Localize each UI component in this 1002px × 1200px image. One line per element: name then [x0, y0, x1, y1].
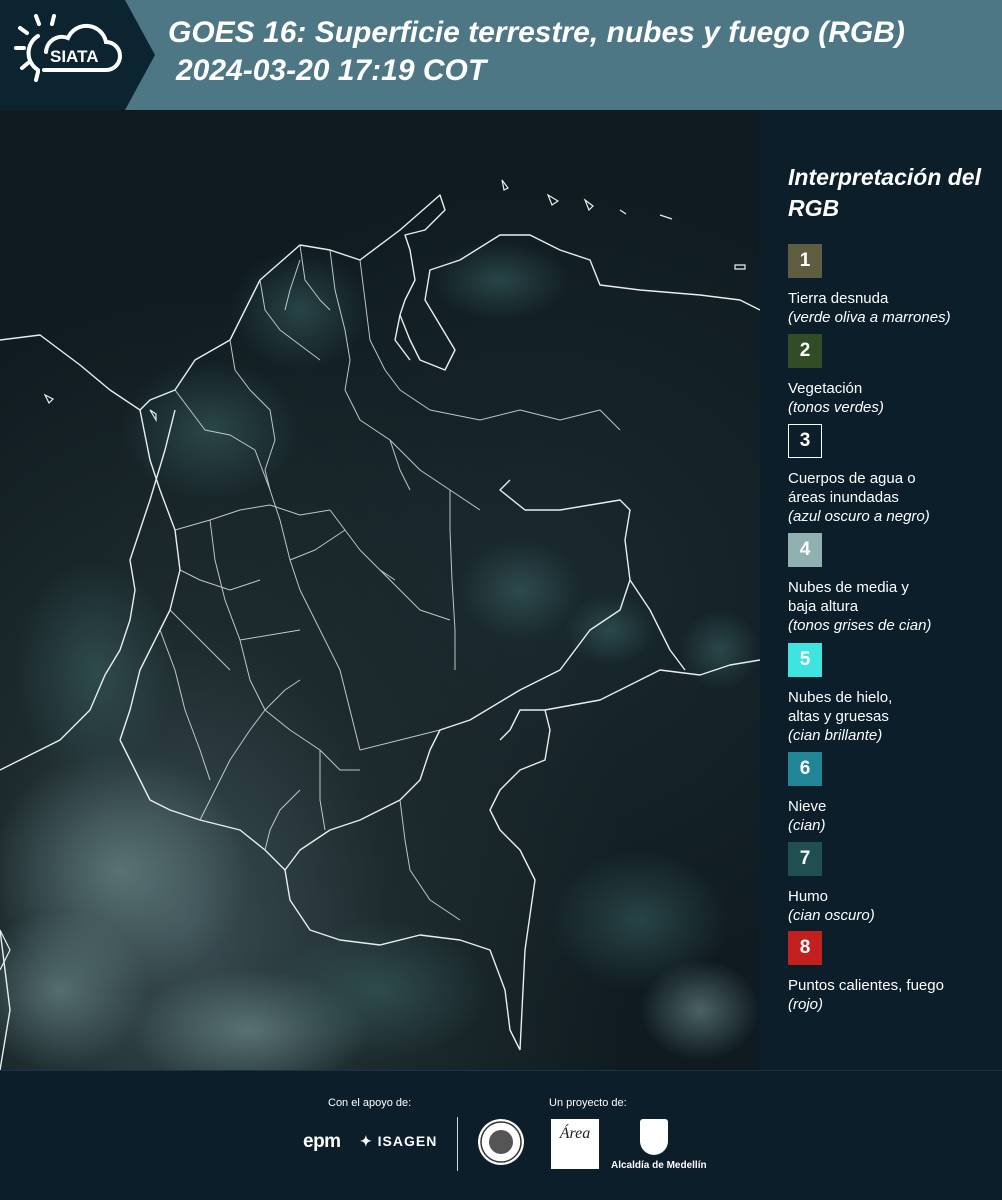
- siata-logo-text: SIATA: [50, 47, 98, 66]
- siata-logo: SIATA: [0, 0, 155, 110]
- legend-swatch: 5: [788, 643, 822, 677]
- legend-sub: (cian oscuro): [788, 907, 875, 924]
- legend-sub: (verde oliva a marrones): [788, 309, 951, 326]
- title-line-1: GOES 16: Superficie terrestre, nubes y f…: [168, 16, 905, 49]
- legend-sub: (tonos grises de cian): [788, 617, 932, 634]
- legend-label: Vegetación: [788, 380, 863, 397]
- legend-label: Tierra desnuda: [788, 290, 889, 307]
- alcaldia-shield-icon: [640, 1119, 668, 1155]
- support-label: Con el apoyo de:: [328, 1097, 412, 1109]
- footer-divider: [457, 1117, 458, 1171]
- isagen-logo: ✦ ISAGEN: [360, 1133, 437, 1150]
- legend-label: Nieve: [788, 798, 827, 815]
- legend-title: Interpretación del RGB: [788, 164, 981, 221]
- area-metropolitana-logo: Área: [551, 1119, 599, 1169]
- legend-item-7: 7 Humo (cian oscuro): [788, 842, 998, 925]
- page-title: GOES 16: Superficie terrestre, nubes y f…: [168, 14, 998, 90]
- project-label: Un proyecto de:: [549, 1097, 627, 1109]
- alcaldia-label: Alcaldía de Medellín: [611, 1160, 707, 1171]
- legend-sub: (cian brillante): [788, 727, 883, 744]
- legend-sub: (rojo): [788, 996, 824, 1013]
- legend-panel: Interpretación del RGB 1 Tierra desnuda …: [762, 110, 1002, 1070]
- legend-swatch: 6: [788, 752, 822, 786]
- legend-label: Nubes de media y baja altura: [788, 579, 909, 615]
- header-bar: SIATA GOES 16: Superficie terrestre, nub…: [0, 0, 1002, 110]
- legend-sub: (tonos verdes): [788, 399, 884, 416]
- legend-item-5: 5 Nubes de hielo, altas y gruesas (cian …: [788, 643, 998, 745]
- legend-item-3: 3 Cuerpos de agua o áreas inundadas (azu…: [788, 424, 998, 526]
- legend-item-6: 6 Nieve (cian): [788, 752, 998, 835]
- legend-label: Humo: [788, 888, 829, 905]
- isagen-star-icon: ✦: [360, 1133, 378, 1149]
- legend-label: Puntos calientes, fuego: [788, 977, 944, 994]
- legend-swatch: 3: [788, 424, 822, 458]
- legend-swatch: 8: [788, 931, 822, 965]
- legend-sub: (cian): [788, 817, 826, 834]
- colombia-boundaries-map: [0, 179, 760, 1070]
- legend-swatch: 1: [788, 244, 822, 278]
- legend-sub: (azul oscuro a negro): [788, 508, 930, 525]
- legend-item-4: 4 Nubes de media y baja altura (tonos gr…: [788, 533, 998, 635]
- legend-item-2: 2 Vegetación (tonos verdes): [788, 334, 998, 417]
- siata-sun-cloud-icon: SIATA: [14, 14, 122, 82]
- legend-item-8: 8 Puntos calientes, fuego (rojo): [788, 931, 998, 1014]
- legend-swatch: 2: [788, 334, 822, 368]
- university-seal-icon: [478, 1119, 524, 1165]
- epm-logo: epm: [303, 1131, 341, 1152]
- title-line-2: 2024-03-20 17:19 COT: [176, 54, 487, 87]
- legend-label: Cuerpos de agua o áreas inundadas: [788, 470, 916, 506]
- footer: Con el apoyo de: Un proyecto de: epm ✦ I…: [0, 1070, 1002, 1200]
- legend-item-1: 1 Tierra desnuda (verde oliva a marrones…: [788, 244, 998, 327]
- isagen-logo-text: ISAGEN: [377, 1133, 438, 1149]
- legend-swatch: 4: [788, 533, 822, 567]
- satellite-map[interactable]: [0, 110, 760, 1070]
- legend-label: Nubes de hielo, altas y gruesas: [788, 689, 893, 725]
- legend-swatch: 7: [788, 842, 822, 876]
